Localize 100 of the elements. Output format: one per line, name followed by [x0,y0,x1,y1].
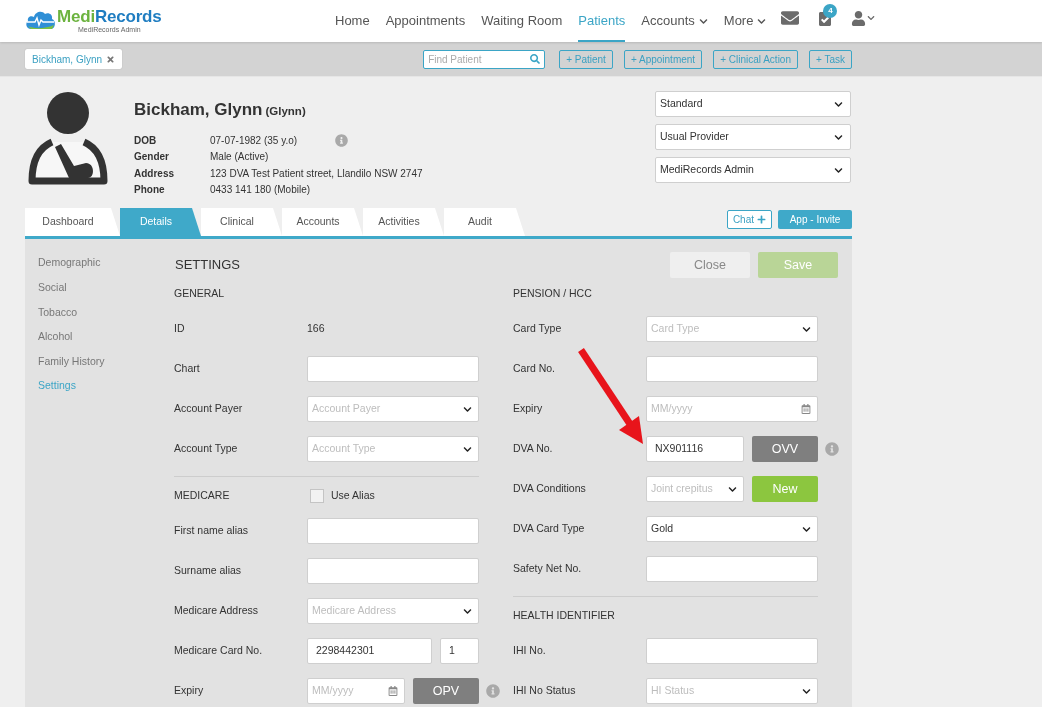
user-icon[interactable] [851,10,867,26]
tab[interactable]: Accounts [282,208,363,236]
side-menu-item[interactable]: Family History [38,349,105,374]
select-field[interactable]: Joint crepitus [646,476,744,502]
tab[interactable]: Clinical [201,208,282,236]
patient-tab[interactable]: Bickham, Glynn [25,49,123,69]
field-label: Account Type [174,441,239,457]
checkbox[interactable] [310,489,324,503]
side-menu-item[interactable]: Tobacco [38,300,78,325]
chevron-down-icon [834,165,843,175]
field-label: DVA Card Type [513,521,586,537]
text-field[interactable] [307,518,479,544]
toolbar-button[interactable]: + Task [809,49,852,69]
text-field[interactable] [307,558,479,584]
field-value: 166 [307,321,325,337]
info-icon[interactable] [335,133,349,147]
select-field[interactable]: Medicare Address [307,598,479,624]
person-icon [28,92,108,185]
chevron-down-icon [802,524,811,534]
select-field[interactable]: HI Status [646,678,818,704]
calendar-icon [801,404,811,414]
field-label: Card Type [513,321,563,337]
close-button[interactable]: Close [670,252,750,278]
select-field[interactable]: Card Type [646,316,818,342]
field-label: Chart [174,361,201,377]
search-icon[interactable] [530,54,541,64]
detail-value: 0433 141 180 (Mobile) [210,183,311,198]
detail-label: Phone [134,183,166,198]
select-field[interactable]: Account Type [307,436,479,462]
nav-link[interactable]: Waiting Room [481,0,563,42]
plus-icon [757,215,766,224]
tab[interactable]: Details [120,208,201,236]
action-button[interactable]: OPV [413,678,479,704]
field-label: First name alias [174,523,250,539]
info-icon[interactable] [486,684,500,698]
field-label: Account Payer [174,401,244,417]
field-label: Expiry [174,683,205,699]
date-field[interactable]: MM/yyyy [307,678,405,704]
cloud-logo-icon [25,9,56,29]
nav-link[interactable]: Appointments [385,0,466,42]
preferred-name: (Glynn) [265,104,306,119]
chevron-down-icon [834,99,843,109]
calendar-icon [388,686,398,696]
chevron-down-icon [802,686,811,696]
side-menu-item[interactable]: Social [38,275,67,301]
select-field[interactable]: MediRecords Admin [655,157,851,183]
field-label: DVA Conditions [513,481,587,497]
text-field[interactable] [307,356,479,382]
toolbar-button[interactable]: + Appointment [623,49,703,69]
side-menu-item[interactable]: Demographic [38,251,101,276]
nav-link[interactable]: More [723,0,767,42]
mail-icon[interactable] [781,9,800,27]
action-button[interactable]: OVV [752,436,818,462]
toolbar-button[interactable]: + Patient [559,49,613,69]
logo-text: MediRecords [57,6,162,26]
caret-icon[interactable] [867,14,876,22]
side-menu-item[interactable]: Settings [38,373,76,399]
text-field[interactable] [646,356,818,382]
action-button[interactable]: New [752,476,818,502]
field-label: Medicare Address [174,603,260,619]
field-label: Card No. [513,361,556,377]
text-field[interactable]: 1 [440,638,479,664]
count-badge: 4 [823,4,838,18]
side-menu-item[interactable]: Alcohol [38,324,73,350]
caret-icon [698,16,708,26]
text-field[interactable]: 2298442301 [307,638,432,664]
text-field[interactable]: NX901116 [646,436,744,462]
chevron-down-icon [834,132,843,142]
section-heading: MEDICARE [174,488,231,504]
text-field[interactable] [646,556,818,582]
nav-link[interactable]: Accounts [641,0,708,42]
invite-button[interactable]: App - Invite [778,210,852,229]
field-label: IHI No. [513,643,547,659]
settings-title: SETTINGS [174,256,240,275]
select-field[interactable]: Standard [655,91,851,117]
detail-label: Address [134,166,175,181]
date-field[interactable]: MM/yyyy [646,396,818,422]
chevron-down-icon [463,606,472,616]
select-field[interactable]: Gold [646,516,818,542]
detail-value: 07-07-1982 (35 y.o) [210,133,298,148]
section-heading: GENERAL [174,285,226,301]
nav-link[interactable]: Home [335,0,370,42]
text-field[interactable] [646,638,818,664]
tab[interactable]: Dashboard [25,208,120,236]
chat-button[interactable]: Chat [726,210,772,229]
info-icon[interactable] [825,442,839,456]
tab[interactable]: Activities [363,208,444,236]
toolbar-button[interactable]: + Clinical Action [713,49,798,69]
select-field[interactable]: Usual Provider [655,124,851,150]
field-label: ID [174,321,186,337]
section-heading: PENSION / HCC [513,285,593,301]
chevron-down-icon [728,484,737,494]
search-field[interactable]: Find Patient [423,49,546,69]
section-heading: HEALTH IDENTIFIER [513,608,616,624]
select-field[interactable]: Account Payer [307,396,479,422]
field-label: Medicare Card No. [174,643,264,659]
close-icon[interactable] [106,54,116,64]
tab[interactable]: Audit [444,208,525,236]
caret-icon [757,16,767,26]
detail-value: 123 DVA Test Patient street, Llandilo NSW 2747 [210,166,423,181]
